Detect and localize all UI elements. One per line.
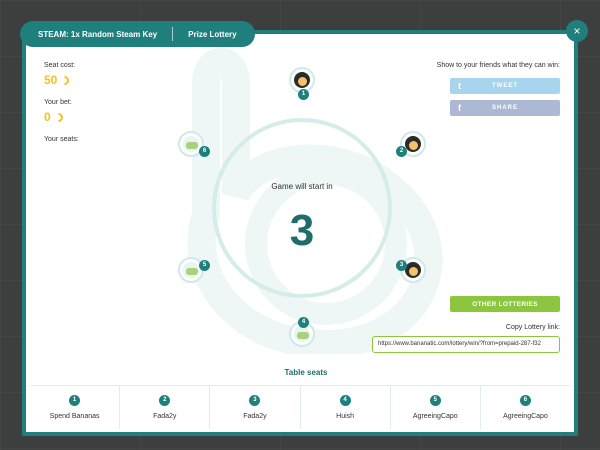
seat-number: 2 bbox=[159, 395, 171, 406]
share-panel: Show to your friends what they can win: … bbox=[360, 62, 560, 116]
seat-number: 1 bbox=[298, 89, 309, 100]
tweet-label: TWEET bbox=[492, 83, 518, 89]
seat-number: 3 bbox=[396, 260, 407, 271]
seat-table-cell: 3 Fada2y bbox=[210, 386, 301, 429]
seat-1[interactable]: 1 bbox=[289, 67, 315, 100]
your-bet-amount: 0 bbox=[44, 110, 51, 124]
lottery-stats: Seat cost: 50 Your bet: 0 Your seats: bbox=[44, 62, 79, 147]
seat-cost-label: Seat cost: bbox=[44, 62, 76, 69]
seat-number: 5 bbox=[429, 395, 441, 406]
seat-player-name: AgreeingCapo bbox=[412, 413, 458, 420]
seat-number: 4 bbox=[339, 395, 351, 406]
seat-player-name: AgreeingCapo bbox=[503, 413, 548, 420]
seat-player-name: Spend Bananas bbox=[49, 413, 100, 420]
seat-table-cell: 6 AgreeingCapo bbox=[481, 386, 570, 429]
your-seats-label: Your seats: bbox=[44, 136, 79, 143]
seat-number: 3 bbox=[249, 395, 261, 406]
lottery-modal: Seat cost: 50 Your bet: 0 Your seats: Ga… bbox=[22, 30, 578, 436]
other-lotteries-button[interactable]: OTHER LOTTERIES bbox=[450, 296, 560, 312]
user-avatar bbox=[405, 136, 421, 152]
seat-2[interactable]: 2 bbox=[396, 131, 426, 157]
close-button[interactable]: × bbox=[566, 20, 588, 42]
seat-3[interactable]: 3 bbox=[396, 257, 426, 283]
countdown-value: 3 bbox=[289, 206, 315, 255]
seat-number: 6 bbox=[199, 146, 210, 157]
facebook-icon: f bbox=[458, 103, 462, 113]
your-bet-value: 0 bbox=[44, 110, 79, 124]
seat-number: 5 bbox=[199, 260, 210, 271]
empty-seat-icon bbox=[183, 136, 199, 152]
tweet-button[interactable]: t TWEET bbox=[450, 78, 560, 94]
share-button-label: SHARE bbox=[491, 105, 518, 111]
banana-icon bbox=[58, 73, 72, 87]
user-avatar bbox=[294, 72, 310, 88]
seat-6[interactable]: 6 bbox=[178, 131, 210, 157]
empty-seat-icon bbox=[183, 262, 199, 278]
lottery-link-input[interactable]: https://www.bananatic.com/lottery/win/?f… bbox=[372, 336, 560, 353]
game-start-label: Game will start in bbox=[271, 182, 333, 191]
seat-number: 4 bbox=[298, 317, 309, 328]
seat-number: 6 bbox=[519, 395, 531, 406]
table-seats-label: Table seats bbox=[284, 368, 328, 377]
user-avatar bbox=[405, 262, 421, 278]
seat-table: 1 Spend Bananas 2 Fada2y 3 Fada2y 4 Huis… bbox=[30, 385, 570, 429]
empty-seat-icon bbox=[294, 326, 310, 342]
banana-icon bbox=[51, 110, 65, 124]
seat-number: 2 bbox=[396, 146, 407, 157]
tab-prize-lottery[interactable]: Prize Lottery bbox=[188, 30, 236, 39]
share-label: Show to your friends what they can win: bbox=[436, 62, 560, 69]
copy-link-label: Copy Lottery link: bbox=[505, 324, 560, 331]
seat-table-cell: 4 Huish bbox=[301, 386, 391, 429]
seat-cost-value: 50 bbox=[44, 73, 79, 87]
seat-player-name: Fada2y bbox=[243, 413, 267, 420]
twitter-icon: t bbox=[458, 81, 462, 91]
seat-table-cell: 5 AgreeingCapo bbox=[391, 386, 481, 429]
seat-player-name: Fada2y bbox=[153, 413, 177, 420]
seat-5[interactable]: 5 bbox=[178, 257, 210, 283]
seat-player-name: Huish bbox=[336, 413, 355, 420]
your-bet-label: Your bet: bbox=[44, 99, 72, 106]
tab-steam-key[interactable]: STEAM: 1x Random Steam Key bbox=[38, 30, 157, 39]
seat-4[interactable]: 4 bbox=[289, 317, 315, 347]
tab-divider bbox=[172, 27, 174, 41]
close-icon: × bbox=[573, 24, 581, 38]
seat-table-cell: 2 Fada2y bbox=[120, 386, 211, 429]
seat-cost-amount: 50 bbox=[44, 73, 58, 87]
seat-table-cell: 1 Spend Bananas bbox=[30, 386, 121, 429]
seat-number: 1 bbox=[69, 395, 81, 406]
facebook-share-button[interactable]: f SHARE bbox=[450, 100, 560, 116]
modal-tabs: STEAM: 1x Random Steam Key Prize Lottery bbox=[20, 21, 255, 47]
